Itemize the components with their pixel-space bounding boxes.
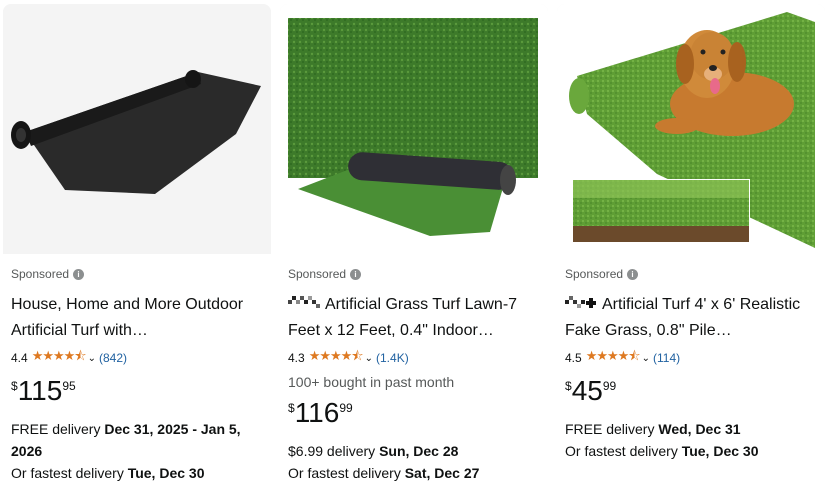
product-title-text[interactable]: Artificial Grass Turf Lawn-7 Feet x 12 F… [288, 296, 517, 339]
fastest-prefix: Or fastest delivery [11, 465, 128, 481]
delivery-prefix: FREE delivery [11, 421, 105, 437]
green-turf-sample-image [280, 4, 548, 254]
price-3[interactable]: $ 45 99 [565, 376, 819, 410]
price-1[interactable]: $ 115 95 [11, 376, 265, 410]
fastest-prefix: Or fastest delivery [288, 465, 405, 481]
fastest-prefix: Or fastest delivery [565, 443, 682, 459]
brand-logo-icon [288, 295, 320, 308]
product-card-2[interactable]: Sponsored i Artificial Grass Turf Lawn-7… [280, 4, 548, 484]
black-turf-roll-image [3, 4, 271, 254]
sponsored-text: Sponsored [11, 267, 70, 281]
price-whole: 116 [294, 397, 340, 428]
sponsored-label[interactable]: Sponsored i [288, 266, 542, 282]
delivery-prefix: $6.99 delivery [288, 443, 380, 459]
rating-row-3: 4.5 ★★★★⯪ ⌄ (114) [565, 347, 819, 369]
rating-value: 4.4 [11, 351, 28, 365]
rating-row-2: 4.3 ★★★★⯪ ⌄ (1.4K) [288, 347, 542, 369]
product-title-1[interactable]: House, Home and More Outdoor Artificial … [11, 292, 265, 344]
chevron-down-icon[interactable]: ⌄ [642, 353, 650, 364]
info-icon[interactable]: i [73, 268, 85, 280]
price-whole: 45 [571, 375, 603, 406]
product-image-2[interactable] [280, 4, 548, 254]
product-title-2[interactable]: Artificial Grass Turf Lawn-7 Feet x 12 F… [288, 292, 542, 344]
delivery-info-3: FREE delivery Wed, Dec 31 Or fastest del… [565, 418, 819, 462]
product-details-2: Sponsored i Artificial Grass Turf Lawn-7… [288, 266, 542, 484]
brand-logo-icon [565, 295, 596, 308]
delivery-prefix: FREE delivery [565, 421, 659, 437]
delivery-info-2: $6.99 delivery Sun, Dec 28 Or fastest de… [288, 440, 542, 484]
rating-count-link[interactable]: (114) [653, 351, 680, 365]
bought-in-past-month: 100+ bought in past month [288, 374, 455, 390]
fastest-date: Sat, Dec 27 [404, 465, 480, 481]
price-fraction: 99 [602, 379, 617, 393]
product-image-3[interactable] [557, 4, 825, 254]
price-whole: 115 [17, 375, 63, 406]
price-2[interactable]: $ 116 99 [288, 398, 542, 432]
rating-value: 4.3 [288, 351, 305, 365]
delivery-date: Wed, Dec 31 [658, 421, 741, 437]
price-symbol: $ [11, 379, 18, 393]
delivery-info-1: FREE delivery Dec 31, 2025 - Jan 5, 2026… [11, 418, 265, 484]
product-title-text[interactable]: Artificial Turf 4' x 6' Realistic Fake G… [565, 296, 800, 339]
star-rating-icon[interactable]: ★★★★⯪ [586, 347, 641, 369]
price-fraction: 95 [62, 379, 76, 393]
sponsored-label[interactable]: Sponsored i [11, 266, 265, 282]
rating-row-1: 4.4 ★★★★⯪ ⌄ (842) [11, 347, 265, 369]
star-rating-icon[interactable]: ★★★★⯪ [309, 347, 364, 369]
info-icon[interactable]: i [627, 268, 639, 280]
product-title-text[interactable]: House, Home and More Outdoor Artificial … [11, 296, 243, 339]
dog-on-grass-image [557, 4, 825, 254]
star-rating-icon[interactable]: ★★★★⯪ [32, 347, 87, 369]
product-details-3: Sponsored i Artificial Turf 4' x 6' Real… [565, 266, 819, 462]
sponsored-label[interactable]: Sponsored i [565, 266, 819, 282]
rating-count-link[interactable]: (842) [99, 351, 127, 365]
product-card-1[interactable]: Sponsored i House, Home and More Outdoor… [3, 4, 271, 484]
chevron-down-icon[interactable]: ⌄ [365, 353, 373, 364]
fastest-date: Tue, Dec 30 [127, 465, 205, 481]
sponsored-text: Sponsored [565, 267, 624, 281]
chevron-down-icon[interactable]: ⌄ [88, 353, 96, 364]
rating-value: 4.5 [565, 351, 582, 365]
sponsored-text: Sponsored [288, 267, 347, 281]
delivery-date: Sun, Dec 28 [379, 443, 459, 459]
price-symbol: $ [565, 379, 572, 393]
product-card-3[interactable]: Sponsored i Artificial Turf 4' x 6' Real… [557, 4, 825, 484]
product-image-1[interactable] [3, 4, 271, 254]
rating-count-link[interactable]: (1.4K) [376, 351, 409, 365]
price-fraction: 99 [339, 401, 353, 415]
product-details-1: Sponsored i House, Home and More Outdoor… [11, 266, 265, 484]
price-symbol: $ [288, 401, 295, 415]
product-title-3[interactable]: Artificial Turf 4' x 6' Realistic Fake G… [565, 292, 819, 344]
info-icon[interactable]: i [350, 268, 362, 280]
fastest-date: Tue, Dec 30 [681, 443, 759, 459]
